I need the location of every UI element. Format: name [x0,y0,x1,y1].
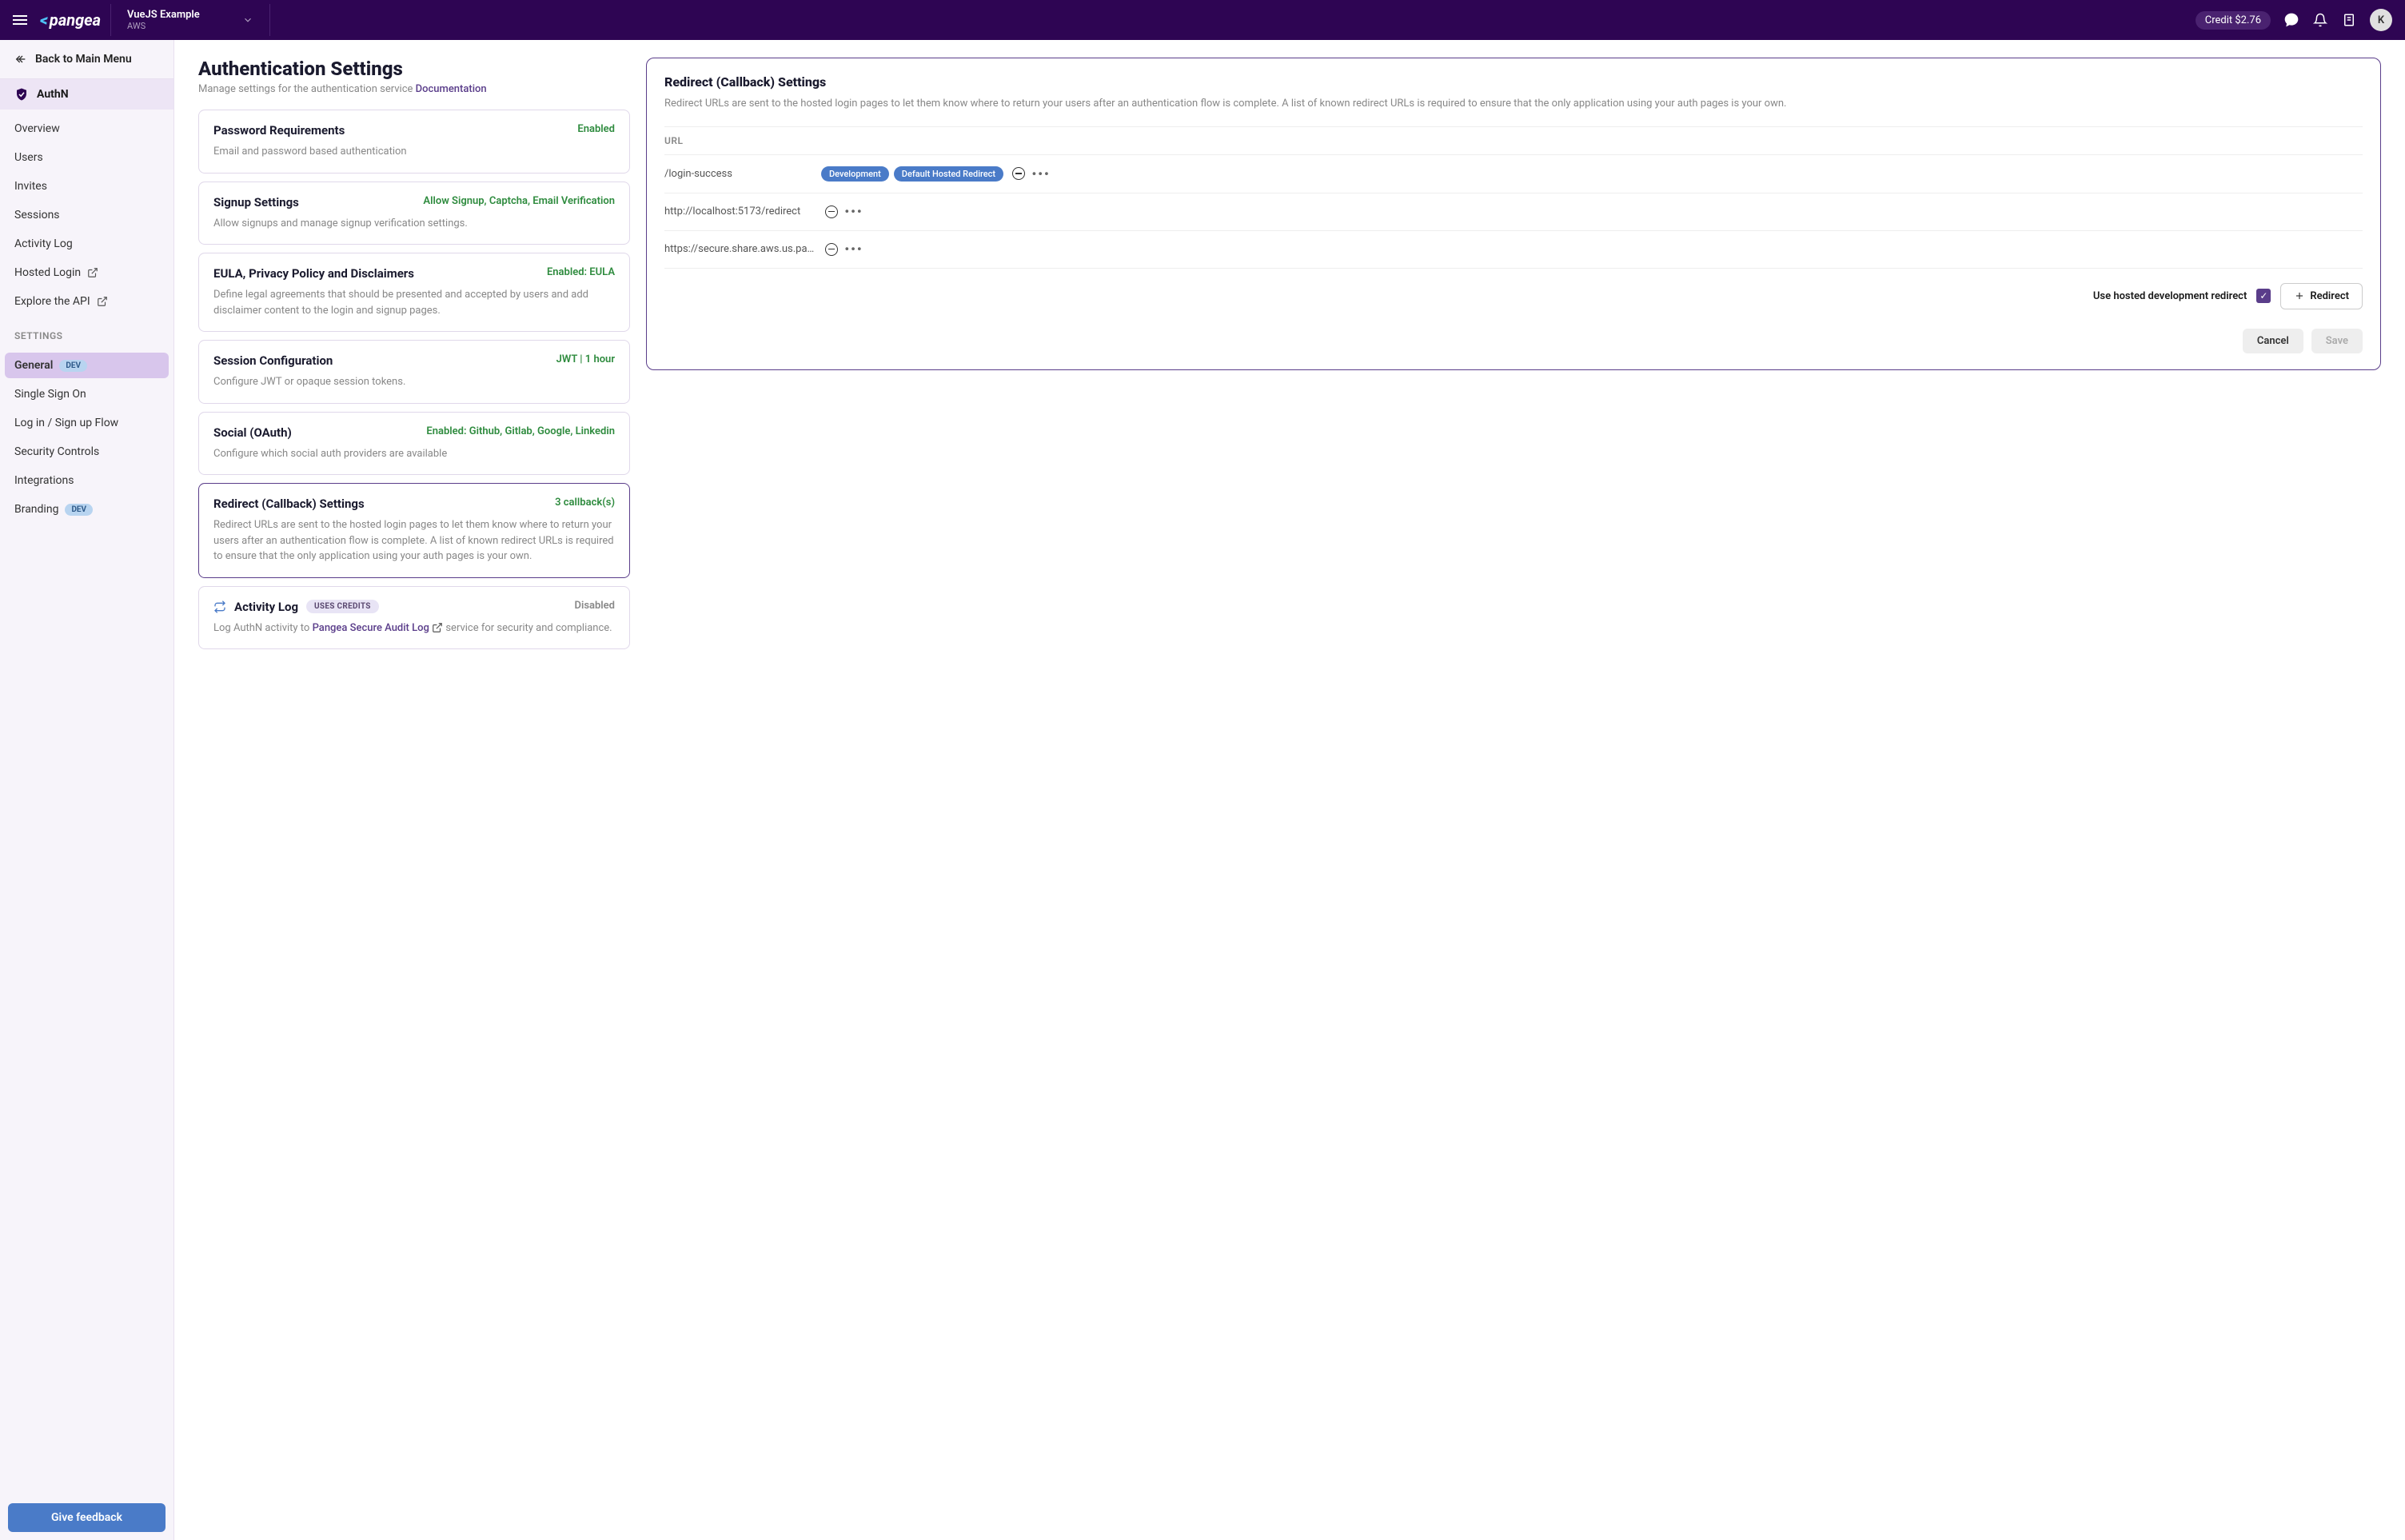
logo[interactable]: <pangea [40,10,101,30]
audit-log-link[interactable]: Pangea Secure Audit Log [313,622,444,634]
card-desc: Allow signups and manage signup verifica… [213,216,615,232]
settings-card[interactable]: Activity LogUSES CREDITS Disabled Log Auth… [198,586,630,650]
card-desc: Configure which social auth providers ar… [213,446,615,462]
redirect-url-row: https://secure.share.aws.us.pang ••• [664,231,2363,269]
card-title: EULA, Privacy Policy and Disclaimers [213,266,414,281]
bell-icon[interactable] [2312,12,2328,28]
redirect-url: /login-success [664,168,816,180]
remove-url-icon[interactable] [824,242,839,257]
more-options-icon[interactable]: ••• [847,205,861,219]
sidebar-item-overview[interactable]: Overview [0,114,173,143]
card-status: JWT | 1 hour [556,353,615,365]
hosted-redirect-checkbox[interactable]: ✓ [2256,289,2271,303]
more-options-icon[interactable]: ••• [1034,166,1048,181]
redirect-url-row: /login-success Development Default Hosted … [664,155,2363,193]
card-title: Social (OAuth) [213,425,292,440]
card-status: Allow Signup, Captcha, Email Verificatio… [423,195,615,207]
card-title: Password Requirements [213,123,345,138]
uses-credits-badge: USES CREDITS [306,600,379,613]
service-header: AuthN [0,79,173,110]
page-title: Authentication Settings [198,58,630,80]
card-title: Activity LogUSES CREDITS [213,600,379,614]
sidebar-item-log-in-sign-up-flow[interactable]: Log in / Sign up Flow [0,409,173,437]
sidebar-item-explore-the-api[interactable]: Explore the API [0,287,173,316]
settings-card[interactable]: Password Requirements Enabled Email and pa… [198,110,630,174]
cancel-button[interactable]: Cancel [2243,329,2303,353]
back-to-main[interactable]: Back to Main Menu [0,40,173,79]
menu-toggle[interactable] [10,12,30,28]
redirect-url-row: http://localhost:5173/redirect ••• [664,193,2363,231]
card-status: Disabled [574,600,615,612]
card-status: Enabled: EULA [547,266,615,278]
card-title: Redirect (Callback) Settings [213,497,365,511]
add-redirect-button[interactable]: Redirect [2280,283,2363,309]
settings-card[interactable]: EULA, Privacy Policy and Disclaimers Enab… [198,253,630,332]
back-label: Back to Main Menu [35,53,132,66]
sidebar-item-single-sign-on[interactable]: Single Sign On [0,380,173,409]
redirect-url: http://localhost:5173/redirect [664,205,816,217]
card-desc: Redirect URLs are sent to the hosted log… [213,517,615,565]
project-selector[interactable]: VueJS Example AWS [110,4,270,36]
docs-icon[interactable] [2341,12,2357,28]
card-status: Enabled: Github, Gitlab, Google, Linkedi… [426,425,615,437]
url-pill: Development [821,166,889,182]
sidebar-item-security-controls[interactable]: Security Controls [0,437,173,466]
sidebar-item-invites[interactable]: Invites [0,172,173,201]
sidebar-item-integrations[interactable]: Integrations [0,466,173,495]
more-options-icon[interactable]: ••• [847,242,861,257]
sidebar-item-branding[interactable]: BrandingDEV [0,495,173,524]
settings-card[interactable]: Social (OAuth) Enabled: Github, Gitlab, G… [198,412,630,476]
sidebar-item-general[interactable]: GeneralDEV [5,353,169,378]
settings-card[interactable]: Redirect (Callback) Settings 3 callback(s… [198,483,630,578]
card-status: 3 callback(s) [555,497,615,509]
detail-title: Redirect (Callback) Settings [664,74,2363,90]
dev-badge: DEV [65,504,93,516]
url-column-header: URL [664,126,2363,155]
card-desc: Log AuthN activity to Pangea Secure Audi… [213,620,615,636]
remove-url-icon[interactable] [1011,166,1026,181]
detail-desc: Redirect URLs are sent to the hosted log… [664,96,2363,112]
project-sub: AWS [127,21,200,31]
dev-badge: DEV [59,360,87,372]
card-desc: Email and password based authentication [213,144,615,160]
documentation-link[interactable]: Documentation [416,83,487,95]
redirect-settings-panel: Redirect (Callback) Settings Redirect UR… [646,58,2381,370]
settings-card[interactable]: Session Configuration JWT | 1 hour Configu… [198,340,630,404]
save-button: Save [2311,329,2363,353]
sidebar-item-activity-log[interactable]: Activity Log [0,229,173,258]
card-title: Signup Settings [213,195,299,209]
hosted-redirect-label: Use hosted development redirect [2093,290,2247,302]
sidebar-item-hosted-login[interactable]: Hosted Login [0,258,173,287]
settings-label: SETTINGS [0,321,173,346]
chat-icon[interactable] [2283,12,2299,28]
card-status: Enabled [577,123,615,135]
card-desc: Configure JWT or opaque session tokens. [213,374,615,390]
credit-badge[interactable]: Credit $2.76 [2196,11,2271,30]
url-pill: Default Hosted Redirect [894,166,1003,182]
sidebar-item-users[interactable]: Users [0,143,173,172]
page-subtitle: Manage settings for the authentication s… [198,83,630,95]
card-desc: Define legal agreements that should be p… [213,287,615,318]
sidebar-item-sessions[interactable]: Sessions [0,201,173,229]
chevron-down-icon [242,14,253,26]
remove-url-icon[interactable] [824,205,839,219]
feedback-button[interactable]: Give feedback [8,1503,166,1532]
settings-card[interactable]: Signup Settings Allow Signup, Captcha, Em… [198,182,630,245]
redirect-url: https://secure.share.aws.us.pang [664,243,816,255]
project-name: VueJS Example [127,9,200,21]
card-title: Session Configuration [213,353,333,368]
shield-check-icon [14,87,29,102]
activity-icon [213,600,226,613]
avatar[interactable]: K [2370,9,2392,31]
